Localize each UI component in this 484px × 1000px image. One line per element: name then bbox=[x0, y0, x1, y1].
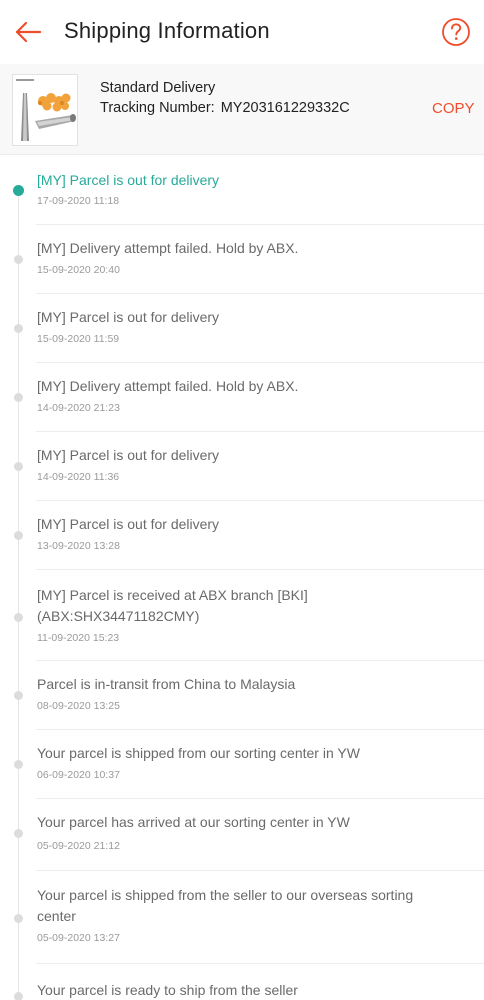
timeline-event: Your parcel is ready to ship from the se… bbox=[0, 964, 484, 1000]
status-dot bbox=[14, 462, 23, 471]
app-header: Shipping Information bbox=[0, 0, 484, 64]
status-dot bbox=[14, 324, 23, 333]
timeline-event: [MY] Parcel is out for delivery 15-09-20… bbox=[0, 294, 484, 363]
event-time: 05-09-2020 13:27 bbox=[37, 932, 120, 944]
timeline-event: [MY] Delivery attempt failed. Hold by AB… bbox=[0, 363, 484, 432]
event-text: [MY] Parcel is out for delivery bbox=[37, 172, 220, 188]
event-time: 14-09-2020 21:23 bbox=[37, 402, 120, 414]
status-dot bbox=[14, 613, 23, 622]
timeline-event: [MY] Delivery attempt failed. Hold by AB… bbox=[0, 225, 484, 294]
status-dot bbox=[14, 255, 23, 264]
event-text: Your parcel is ready to ship from the se… bbox=[37, 982, 298, 998]
product-thumbnail[interactable] bbox=[12, 74, 78, 146]
package-summary: Standard Delivery Tracking Number: MY2031… bbox=[0, 64, 484, 155]
timeline-event: [MY] Parcel is out for delivery 17-09-20… bbox=[0, 155, 484, 225]
event-time: 17-09-2020 11:18 bbox=[37, 195, 120, 207]
timeline-event: Your parcel has arrived at our sorting c… bbox=[0, 799, 484, 871]
event-time: 06-09-2020 10:37 bbox=[37, 769, 120, 781]
timeline-event: Your parcel is shipped from our sorting … bbox=[0, 730, 484, 799]
question-circle-icon bbox=[442, 18, 470, 46]
tracking-number: MY203161229332C bbox=[220, 100, 350, 116]
timeline-event: Your parcel is shipped from the seller t… bbox=[0, 871, 484, 964]
status-dot-active bbox=[13, 185, 24, 196]
status-dot bbox=[14, 914, 23, 923]
event-text: Your parcel is shipped from the seller t… bbox=[37, 887, 414, 924]
event-text: [MY] Parcel is out for delivery bbox=[37, 447, 220, 463]
tracking-timeline: [MY] Parcel is out for delivery 17-09-20… bbox=[0, 155, 484, 1000]
arrow-left-icon bbox=[15, 21, 42, 43]
event-time: 15-09-2020 11:59 bbox=[37, 333, 120, 345]
timeline-event: [MY] Parcel is out for delivery 13-09-20… bbox=[0, 501, 484, 570]
status-dot bbox=[14, 829, 23, 838]
event-text: Your parcel has arrived at our sorting c… bbox=[37, 814, 350, 830]
event-text: [MY] Delivery attempt failed. Hold by AB… bbox=[37, 378, 299, 394]
timeline-event: [MY] Parcel is out for delivery 14-09-20… bbox=[0, 432, 484, 501]
tracking-info: Tracking Number: MY203161229332C bbox=[100, 100, 350, 116]
event-text: [MY] Parcel is out for delivery bbox=[37, 309, 220, 325]
status-dot bbox=[14, 760, 23, 769]
status-dot bbox=[14, 992, 23, 1000]
event-time: 15-09-2020 20:40 bbox=[37, 264, 120, 276]
timeline-event: [MY] Parcel is received at ABX branch [B… bbox=[0, 570, 484, 661]
copy-tracking-button[interactable]: COPY bbox=[432, 100, 475, 117]
delivery-type: Standard Delivery bbox=[100, 80, 216, 96]
event-time: 14-09-2020 11:36 bbox=[37, 471, 120, 483]
event-text: [MY] Parcel is received at ABX branch [B… bbox=[37, 587, 308, 624]
page-title: Shipping Information bbox=[64, 18, 270, 43]
event-text: [MY] Delivery attempt failed. Hold by AB… bbox=[37, 240, 299, 256]
event-time: 08-09-2020 13:25 bbox=[37, 700, 120, 712]
event-time: 11-09-2020 15:23 bbox=[37, 632, 120, 644]
event-text: Your parcel is shipped from our sorting … bbox=[37, 745, 360, 761]
product-image bbox=[16, 79, 76, 141]
status-dot bbox=[14, 691, 23, 700]
tracking-label: Tracking Number: bbox=[100, 100, 215, 116]
shipping-info-screen: Shipping Information Standard Delivery T… bbox=[0, 0, 484, 1000]
event-text: [MY] Parcel is out for delivery bbox=[37, 516, 220, 532]
timeline-event: Parcel is in-transit from China to Malay… bbox=[0, 661, 484, 730]
back-button[interactable] bbox=[10, 12, 46, 52]
status-dot bbox=[14, 393, 23, 402]
status-dot bbox=[14, 531, 23, 540]
event-time: 05-09-2020 21:12 bbox=[37, 840, 120, 852]
event-text: Parcel is in-transit from China to Malay… bbox=[37, 676, 296, 692]
event-time: 13-09-2020 13:28 bbox=[37, 540, 120, 552]
help-button[interactable] bbox=[441, 17, 471, 47]
